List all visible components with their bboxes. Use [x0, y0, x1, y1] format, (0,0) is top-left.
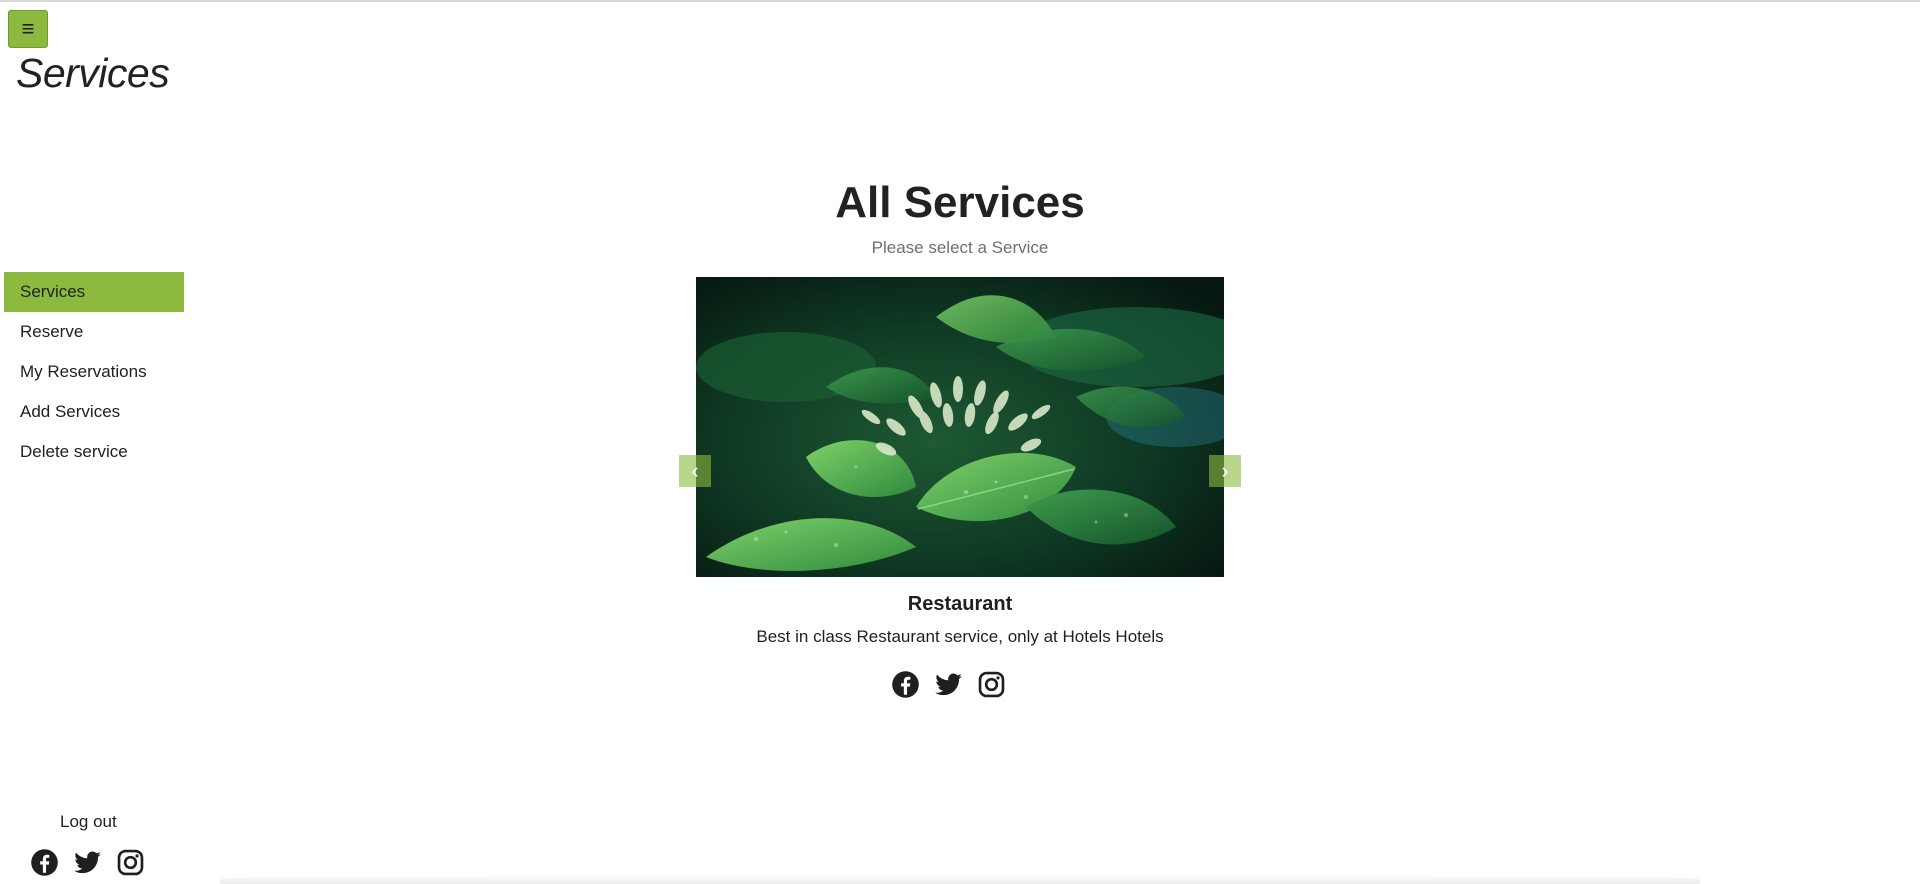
- sidebar-item-services[interactable]: Services: [4, 272, 184, 312]
- service-social-links: [891, 670, 1006, 699]
- instagram-icon[interactable]: [977, 670, 1006, 699]
- sidebar-nav: Services Reserve My Reservations Add Ser…: [4, 272, 184, 472]
- chevron-right-icon: ›: [1221, 458, 1229, 483]
- carousel-prev-button[interactable]: ‹: [679, 455, 711, 487]
- facebook-icon[interactable]: [891, 670, 920, 699]
- logout-link[interactable]: Log out: [60, 812, 117, 832]
- page-title: Services: [16, 50, 170, 96]
- sidebar-item-delete-service[interactable]: Delete service: [4, 432, 184, 472]
- sidebar-item-add-services[interactable]: Add Services: [4, 392, 184, 432]
- section-title: All Services: [835, 178, 1085, 227]
- sidebar-social-links: [30, 848, 145, 877]
- service-description: Best in class Restaurant service, only a…: [756, 627, 1164, 646]
- facebook-icon[interactable]: [30, 848, 59, 877]
- twitter-icon[interactable]: [934, 670, 963, 699]
- menu-toggle-button[interactable]: ≡: [8, 10, 48, 48]
- chevron-left-icon: ‹: [691, 458, 699, 483]
- section-subtitle: Please select a Service: [871, 238, 1049, 257]
- service-name: Restaurant: [907, 593, 1013, 615]
- top-border: [0, 0, 1920, 2]
- service-carousel-image: [696, 277, 1224, 577]
- green-plant-photo: [696, 277, 1224, 577]
- bottom-shadow: [220, 874, 1700, 884]
- carousel-next-button[interactable]: ›: [1209, 455, 1241, 487]
- sidebar-item-my-reservations[interactable]: My Reservations: [4, 352, 184, 392]
- sidebar-item-reserve[interactable]: Reserve: [4, 312, 184, 352]
- instagram-icon[interactable]: [116, 848, 145, 877]
- twitter-icon[interactable]: [73, 848, 102, 877]
- hamburger-icon: ≡: [21, 16, 35, 41]
